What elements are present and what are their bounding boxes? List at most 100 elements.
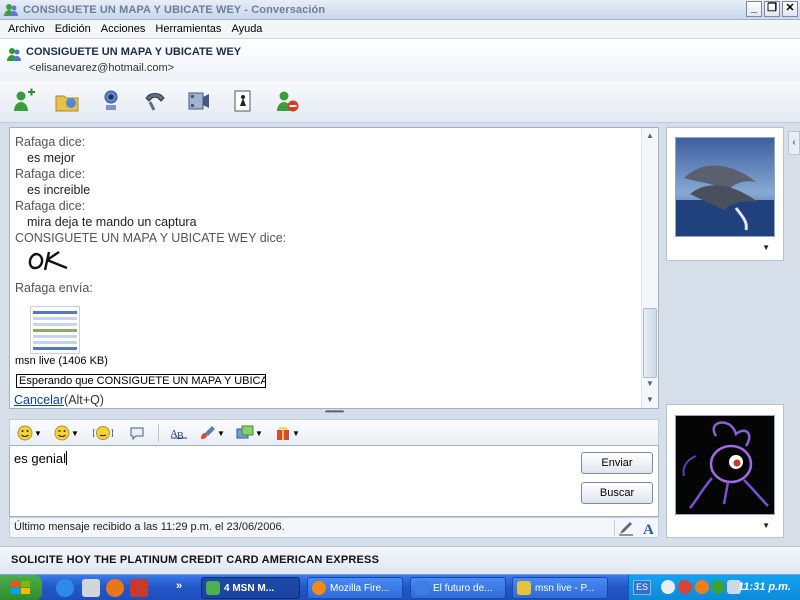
contact-display-picture[interactable] [675, 137, 775, 237]
invite-contact-icon [14, 88, 35, 111]
menu-edicion[interactable]: Edición [50, 23, 96, 35]
close-button[interactable]: ✕ [782, 1, 798, 17]
block-button[interactable] [273, 87, 301, 115]
ad-banner[interactable]: SOLICITE HOY THE PLATINUM CREDIT CARD AM… [0, 546, 800, 574]
video-icon [188, 92, 209, 110]
video-button[interactable] [185, 87, 213, 115]
scroll-end-icon[interactable]: ▼ [644, 394, 656, 406]
contact-name: CONSIGUETE UN MAPA Y UBICATE WEY [26, 46, 242, 58]
menu-archivo[interactable]: Archivo [3, 23, 50, 35]
invite-contact-button[interactable] [10, 87, 38, 115]
menu-herramientas[interactable]: Herramientas [150, 23, 226, 35]
scroll-down-icon[interactable]: ▼ [644, 378, 656, 390]
windows-logo-icon [11, 581, 30, 594]
text-mode-icon[interactable]: A [641, 520, 657, 536]
font-button[interactable]: AB [170, 423, 188, 443]
firefox-tray-icon[interactable] [695, 580, 709, 594]
task-paint[interactable]: msn live - P... [512, 577, 608, 599]
document-icon [415, 581, 429, 595]
dropdown-arrow-icon: ▼ [217, 428, 225, 438]
start-button[interactable] [0, 575, 42, 600]
dropdown-arrow-icon: ▼ [255, 428, 263, 438]
message-text: mira deja te mando un captura [27, 215, 197, 229]
gift-button[interactable]: ▼ [275, 423, 300, 443]
task-label: msn live - P... [535, 582, 595, 594]
webcam-icon [104, 90, 118, 110]
menu-acciones[interactable]: Acciones [96, 23, 151, 35]
history-scrollbar[interactable]: ▲ ▼ ▼ [641, 128, 658, 408]
contact-display-picture-panel: ▼ [666, 127, 784, 261]
cancel-transfer-link[interactable]: Cancelar [14, 393, 64, 407]
antivirus-icon[interactable] [678, 580, 692, 594]
paintbrush-icon [201, 426, 215, 439]
task-word[interactable]: El futuro de... [410, 577, 506, 599]
send-files-button[interactable] [53, 87, 81, 115]
winks-button[interactable]: ▼ [236, 423, 263, 443]
handwriting-icon[interactable] [618, 520, 634, 536]
my-display-picture-panel: ▼ [666, 404, 784, 538]
wink-button[interactable]: ▼ [54, 423, 79, 443]
contact-message-sender: CONSIGUETE UN MAPA Y UBICATE WEY dice: [15, 231, 287, 245]
cancel-shortcut: (Alt+Q) [64, 393, 104, 407]
gift-icon [277, 427, 289, 440]
resize-grip[interactable]: •••••••••• [9, 408, 659, 417]
voice-clip-button[interactable] [129, 423, 145, 443]
system-tray: ES 11:31 p.m. [628, 575, 800, 600]
format-toolbar: ▼ ▼ AB ▼ ▼ ▼ [9, 419, 659, 445]
title-bar[interactable]: CONSIGUETE UN MAPA Y UBICATE WEY - Conve… [0, 0, 800, 20]
firefox-icon [312, 581, 326, 595]
nudge-icon [93, 426, 113, 440]
minimize-button[interactable]: _ [746, 1, 762, 17]
clock[interactable]: 11:31 p.m. [738, 581, 791, 593]
action-toolbar [0, 81, 800, 123]
transfer-sender: Rafaga envía: [15, 281, 93, 295]
emoticon-button[interactable]: ▼ [17, 423, 42, 443]
dropdown-arrow-icon: ▼ [292, 428, 300, 438]
message-sender: Rafaga dice: [15, 135, 86, 149]
collapse-panel-button[interactable]: ‹ [788, 131, 800, 155]
speech-bubble-icon [130, 427, 144, 441]
maximize-button[interactable]: ❐ [764, 1, 780, 17]
msn-tray-icon[interactable] [711, 580, 725, 594]
nudge-button[interactable] [93, 423, 113, 443]
scroll-up-icon[interactable]: ▲ [644, 130, 656, 142]
paint-icon[interactable] [130, 579, 148, 597]
games-button[interactable] [229, 87, 257, 115]
svg-text:B: B [177, 431, 184, 441]
back-icon[interactable] [661, 580, 675, 594]
webcam-button[interactable] [97, 87, 125, 115]
call-button[interactable] [141, 87, 169, 115]
celebi-image [676, 416, 774, 514]
my-display-picture[interactable] [675, 415, 775, 515]
internet-explorer-icon[interactable] [56, 579, 74, 597]
dropdown-arrow-icon[interactable]: ▼ [762, 243, 770, 252]
quicklaunch-more-icon[interactable]: » [176, 580, 182, 592]
block-icon [277, 91, 299, 112]
task-label: 4 MSN M... [224, 582, 275, 594]
smiley-icon [17, 425, 33, 441]
search-button[interactable]: Buscar [581, 482, 653, 504]
window-title: CONSIGUETE UN MAPA Y UBICATE WEY - Conve… [23, 3, 326, 16]
language-indicator[interactable]: ES [633, 580, 651, 595]
contact-header: CONSIGUETE UN MAPA Y UBICATE WEY <elisan… [0, 39, 800, 81]
task-label: Mozilla Fire... [330, 582, 390, 594]
svg-text:A: A [643, 522, 654, 536]
dropdown-arrow-icon[interactable]: ▼ [762, 521, 770, 530]
scrollbar-thumb[interactable] [643, 308, 657, 378]
message-input[interactable]: es genial Enviar Buscar [9, 445, 659, 517]
dropdown-arrow-icon: ▼ [71, 428, 79, 438]
handwritten-message [15, 246, 635, 276]
background-button[interactable]: ▼ [200, 423, 225, 443]
firefox-icon[interactable] [106, 579, 124, 597]
taskbar: » 4 MSN M... Mozilla Fire... El futuro d… [0, 574, 800, 600]
send-files-icon [55, 95, 79, 112]
task-firefox[interactable]: Mozilla Fire... [307, 577, 403, 599]
desktop-icon[interactable] [82, 579, 100, 597]
contact-email: <elisanevarez@hotmail.com> [29, 62, 175, 74]
phone-icon [145, 93, 165, 111]
menu-ayuda[interactable]: Ayuda [226, 23, 267, 35]
send-button[interactable]: Enviar [581, 452, 653, 474]
file-label: msn live (1406 KB) [15, 355, 108, 367]
task-msn[interactable]: 4 MSN M... [201, 577, 300, 599]
file-thumbnail[interactable] [30, 306, 80, 354]
